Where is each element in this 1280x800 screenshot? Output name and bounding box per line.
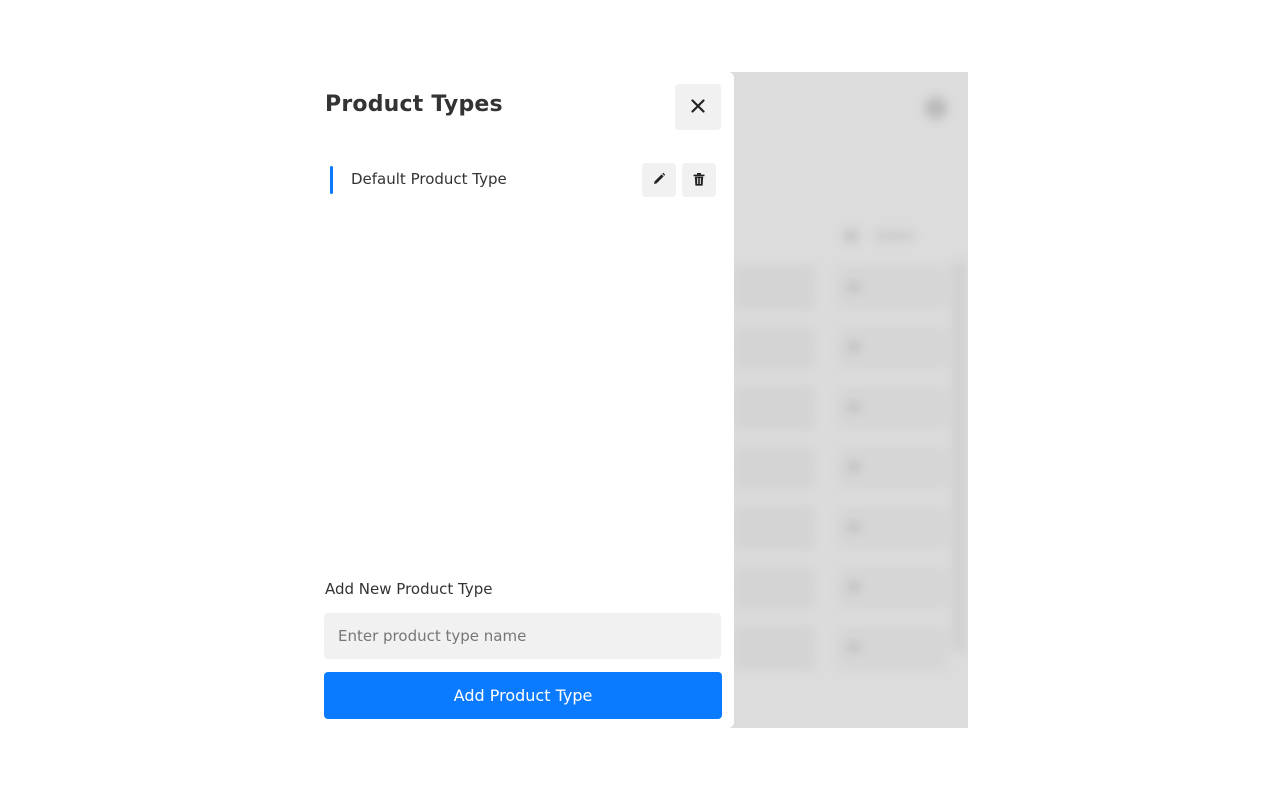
drawer-title: Product Types	[325, 92, 503, 117]
background-table-row	[732, 566, 952, 610]
close-button[interactable]	[675, 84, 721, 130]
screen: Product Types Default Product Type Add N…	[0, 0, 1280, 800]
background-table-row	[732, 326, 952, 370]
product-type-label: Default Product Type	[351, 170, 507, 188]
active-indicator	[330, 166, 333, 194]
background-avatar	[925, 97, 947, 119]
pencil-icon	[652, 171, 666, 190]
background-table-row	[732, 266, 952, 310]
add-product-type-label: Add New Product Type	[325, 580, 493, 598]
background-table-row	[732, 446, 952, 490]
background-table-row	[732, 386, 952, 430]
close-icon	[691, 98, 705, 117]
trash-icon	[693, 171, 705, 190]
edit-product-type-button[interactable]	[642, 163, 676, 197]
background-table-row	[732, 626, 952, 670]
product-types-drawer: Product Types Default Product Type Add N…	[300, 72, 734, 728]
background-column-checkbox	[844, 230, 858, 242]
delete-product-type-button[interactable]	[682, 163, 716, 197]
background-column-header	[874, 232, 914, 240]
product-type-item[interactable]: Default Product Type	[330, 162, 716, 198]
background-scroll-column	[952, 262, 966, 652]
add-product-type-button[interactable]: Add Product Type	[324, 672, 722, 719]
product-type-name-input[interactable]	[324, 613, 721, 659]
background-table-row	[732, 506, 952, 550]
